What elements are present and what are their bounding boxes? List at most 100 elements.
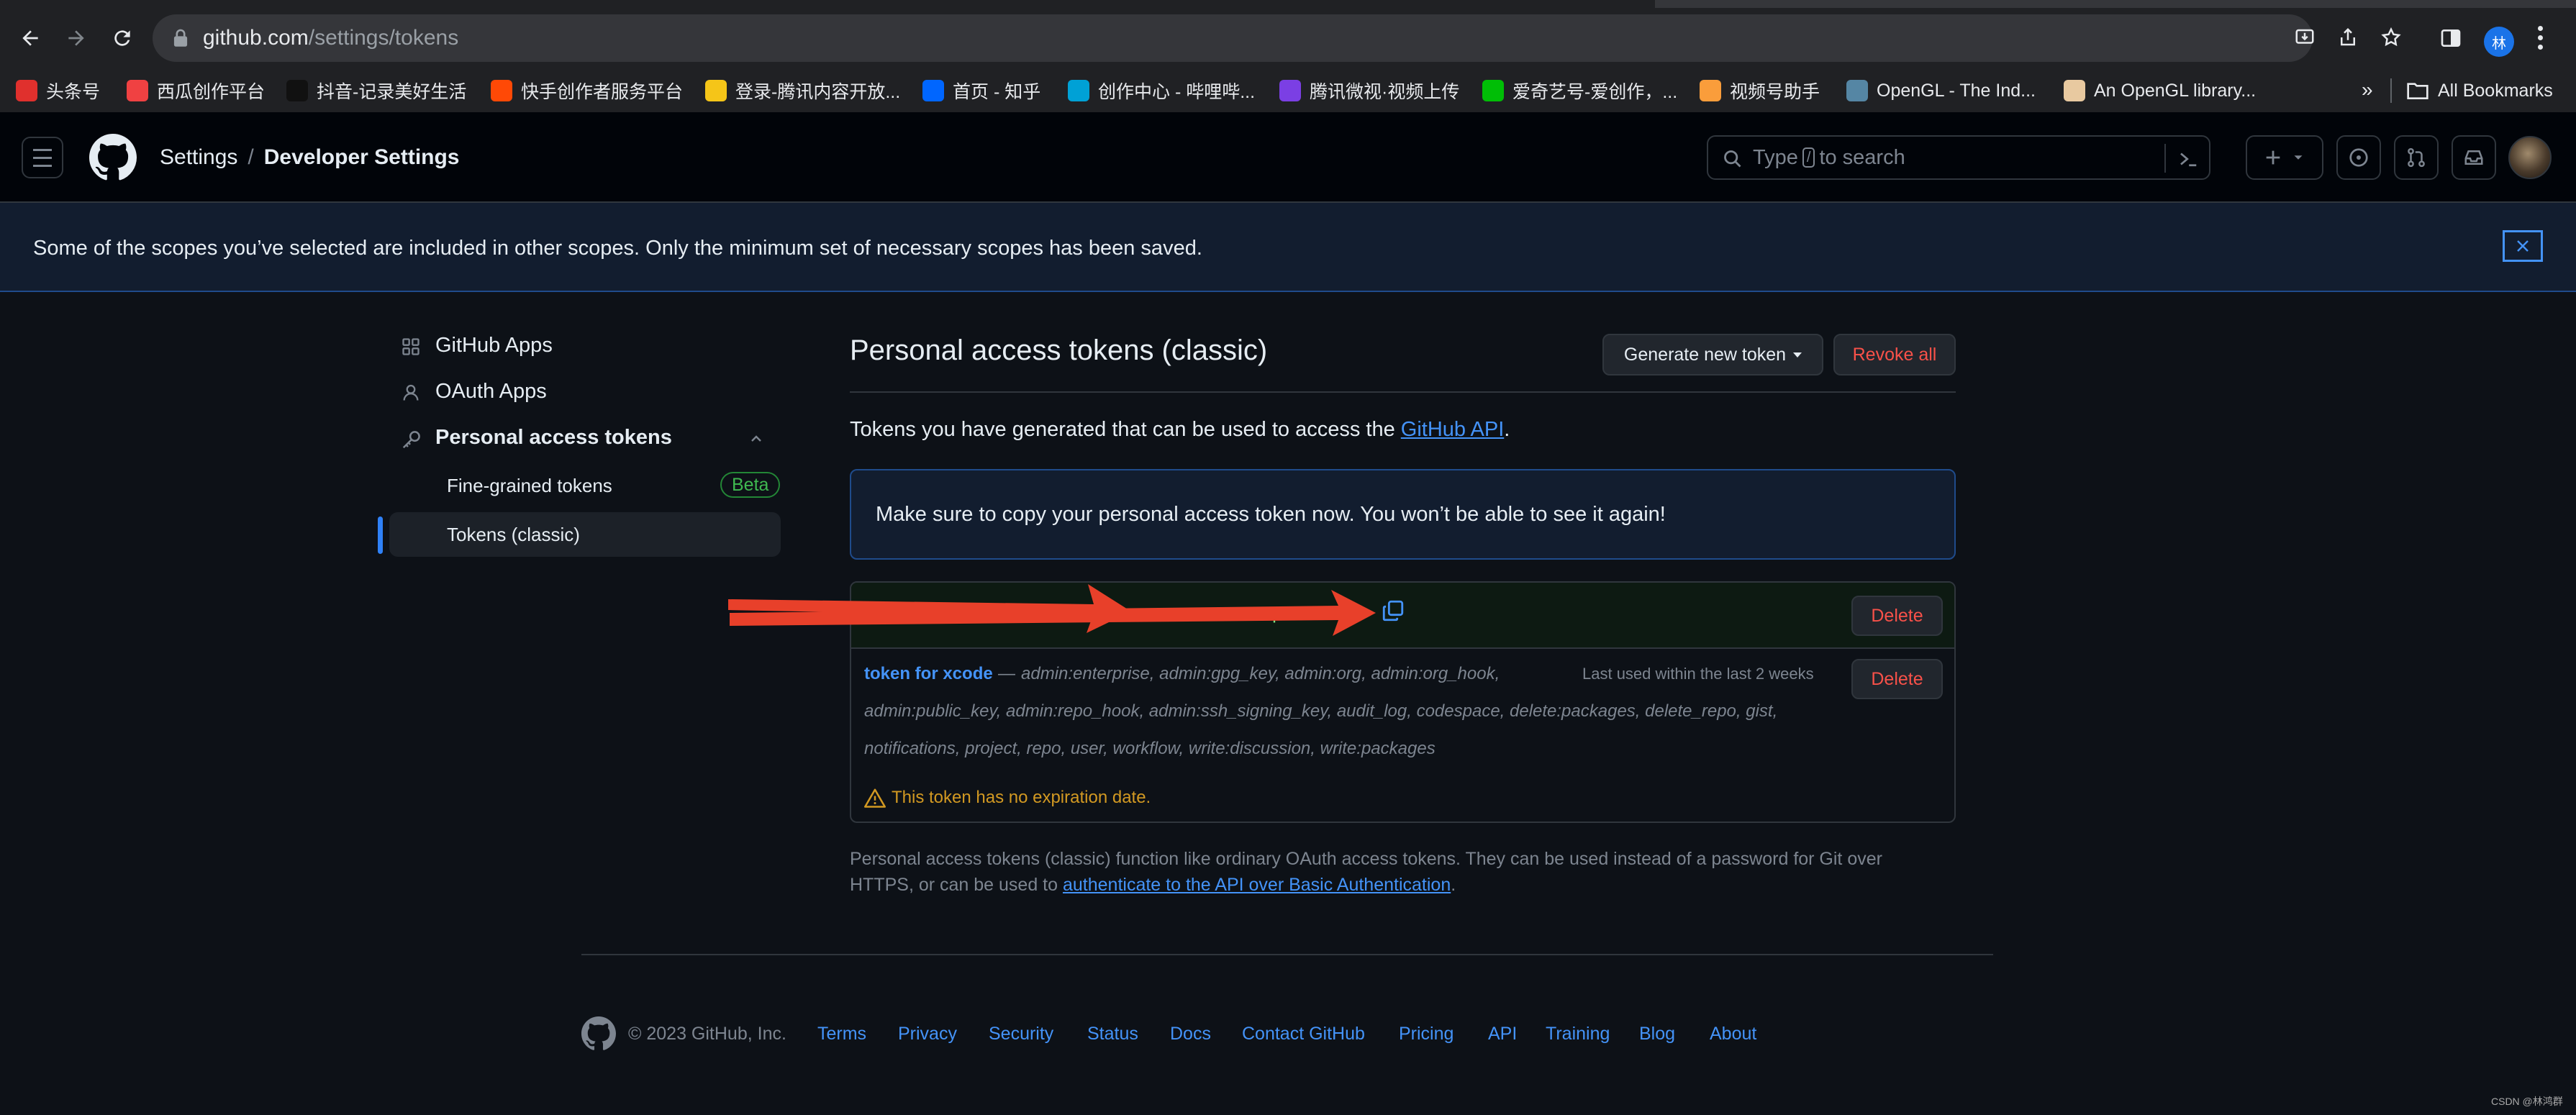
bookmark-item[interactable]: 抖音-记录美好生活 [286,77,466,104]
address-bar[interactable]: github.com/settings/tokens [153,14,2401,62]
revoke-all-button[interactable]: Revoke all [1833,334,1956,376]
generate-new-token-button[interactable]: Generate new token [1602,334,1823,376]
bookmarks-separator [2390,78,2392,103]
token-last-used: Last used within the last 2 weeks [1582,665,1814,683]
url-path: /settings/tokens [308,26,459,50]
watermark: CSDN @林鸿群 [2491,1096,2563,1107]
bookmark-item[interactable]: 登录-腾讯内容开放... [705,77,900,104]
bookmark-label: An OpenGL library... [2094,80,2257,101]
inbox-button[interactable] [2452,135,2496,180]
search-input[interactable]: Type / to search [1707,135,2210,180]
reload-button[interactable] [104,19,141,57]
flash-close-button[interactable] [2503,230,2543,262]
browser-menu-icon[interactable] [2538,26,2544,54]
token-list: ghp_••••••••••••••••••••••••••••••p Dele… [850,581,1956,823]
opengl-icon [1846,80,1868,101]
url-text[interactable]: github.com/settings/tokens [203,24,458,52]
github-mark-icon[interactable] [581,1016,616,1051]
zhihu-icon [922,80,944,101]
user-avatar[interactable] [2508,136,2552,179]
search-placeholder-suffix: to search [1819,146,1905,169]
footer-link-about[interactable]: About [1710,1021,1756,1046]
sidebar-item-fine-grained-tokens[interactable]: Fine-grained tokens Beta [389,463,781,508]
bookmark-item[interactable]: 头条号 [16,77,100,104]
footer-link-pricing[interactable]: Pricing [1399,1021,1453,1046]
footer-link-privacy[interactable]: Privacy [898,1021,957,1046]
bookmark-item[interactable]: 视频号助手 [1700,77,1820,104]
delete-token-button[interactable]: Delete [1851,659,1943,699]
footer-link-contact-github[interactable]: Contact GitHub [1242,1021,1365,1046]
side-panel-icon[interactable] [2439,27,2462,50]
search-divider [2164,144,2166,173]
new-token-value[interactable]: ghp_••••••••••••••••••••••••••••••p [890,600,1283,627]
footer-link-security[interactable]: Security [989,1021,1053,1046]
douyin-icon [286,80,308,101]
footer-link-api[interactable]: API [1488,1021,1517,1046]
channels-icon [1700,80,1721,101]
hamburger-menu-button[interactable] [22,137,63,178]
desc-period: . [1504,418,1510,441]
bookmark-label: 西瓜创作平台 [157,82,266,102]
bookmark-item[interactable]: 西瓜创作平台 [127,77,265,104]
basic-auth-link[interactable]: authenticate to the API over Basic Authe… [1063,875,1451,895]
toutiao-icon [16,80,37,101]
breadcrumb-settings[interactable]: Settings [160,145,237,169]
bookmark-item[interactable]: 爱奇艺号-爱创作，... [1482,77,1677,104]
bookmark-item[interactable]: 首页 - 知乎 [922,77,1040,104]
sidebar-item-tokens-classic[interactable]: Tokens (classic) [389,512,781,557]
bookmark-item[interactable]: 快手创作者服务平台 [491,77,683,104]
issues-button[interactable] [2336,135,2381,180]
key-icon [402,431,420,449]
back-button[interactable] [12,19,49,57]
sidebar-item-oauth-apps[interactable]: OAuth Apps [378,368,781,414]
token-name-link[interactable]: token for xcode [864,662,993,686]
bookmark-label: 视频号助手 [1730,82,1820,102]
profile-avatar[interactable]: 林 [2484,27,2514,57]
token-scopes-line: admin:public_key, admin:repo_hook, admin… [864,701,1778,721]
bookmarks-overflow-button[interactable]: » [2362,78,2373,101]
github-api-link[interactable]: GitHub API [1401,418,1504,441]
sidebar-item-label: GitHub Apps [435,334,553,357]
all-bookmarks-label: All Bookmarks [2438,80,2553,101]
footer-link-status[interactable]: Status [1087,1021,1138,1046]
footer-link-blog[interactable]: Blog [1639,1021,1675,1046]
share-icon[interactable] [2337,27,2359,48]
flash-message: Some of the scopes you’ve selected are i… [33,237,1202,260]
github-header: Settings / Developer Settings Type / to sear… [0,112,2576,203]
breadcrumb-separator: / [248,145,254,169]
copy-icon[interactable] [1381,599,1405,623]
sidebar-item-label: Personal access tokens [435,426,672,449]
active-tab[interactable] [0,0,1655,8]
bookmark-item[interactable]: OpenGL - The Ind... [1846,77,2036,104]
arrow-left-icon [22,30,38,46]
breadcrumb-developer-settings[interactable]: Developer Settings [264,145,460,169]
search-icon [1724,150,1741,168]
footer-link-training[interactable]: Training [1546,1021,1610,1046]
iqiyi-icon [1482,80,1504,101]
arrow-right-icon [68,30,84,46]
delete-new-token-button[interactable]: Delete [1851,596,1943,636]
footer-link-terms[interactable]: Terms [817,1021,866,1046]
chevron-up-icon[interactable] [748,430,765,447]
bookmark-item[interactable]: An OpenGL library... [2064,77,2256,104]
create-new-button[interactable] [2246,135,2323,180]
check-icon [866,609,881,620]
lock-icon[interactable] [173,29,189,47]
footer-link-docs[interactable]: Docs [1170,1021,1211,1046]
bookmark-item[interactable]: 腾讯微视·视频上传 [1279,77,1459,104]
all-bookmarks-button[interactable]: All Bookmarks [2406,77,2553,104]
github-logo-icon[interactable] [89,134,137,181]
forward-button[interactable] [58,19,95,57]
bookmark-item[interactable]: 创作中心 - 哔哩哔... [1068,77,1255,104]
glfw-icon [2064,80,2085,101]
desc-text: Tokens you have generated that can be us… [850,418,1401,441]
command-palette-icon[interactable] [2177,148,2199,170]
install-app-icon[interactable] [2294,27,2316,48]
sidebar-item-personal-access-tokens[interactable]: Personal access tokens [378,414,781,460]
bookmark-label: 腾讯微视·视频上传 [1310,82,1460,102]
star-icon[interactable] [2380,27,2402,48]
copyright: © 2023 GitHub, Inc. [628,1024,786,1044]
bookmark-label: 首页 - 知乎 [953,82,1041,102]
pull-requests-button[interactable] [2394,135,2439,180]
sidebar-item-github-apps[interactable]: GitHub Apps [378,322,781,368]
